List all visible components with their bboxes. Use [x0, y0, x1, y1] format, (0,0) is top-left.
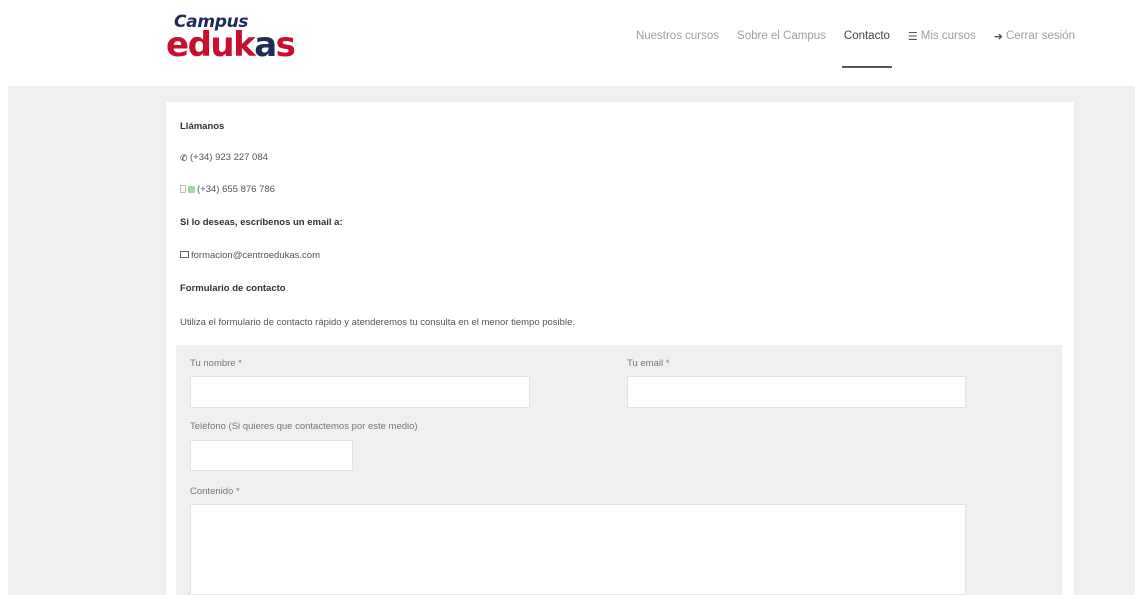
site-header: Campus edukas Nuestros cursos Sobre el C… [0, 0, 1135, 76]
form-intro: Utiliza el formulario de contacto rápido… [180, 317, 575, 328]
mobile-line: (+34) 655 876 786 [180, 184, 275, 195]
nav-sobre-el-campus[interactable]: Sobre el Campus [737, 30, 826, 42]
nav-item-label: Contacto [843, 30, 890, 42]
nav-cerrar-sesion[interactable]: ➜ Cerrar sesión [994, 30, 1075, 43]
email-label: Tu email * [627, 358, 670, 369]
mobile-number[interactable]: (+34) 655 876 786 [197, 184, 275, 195]
nav-item-label: Sobre el Campus [737, 30, 826, 42]
logo-edukas-text: edukas [166, 25, 296, 65]
phone-number[interactable]: (+34) 923 227 084 [190, 152, 268, 163]
mobile-phone-icon [180, 185, 186, 193]
phone-icon: ✆ [180, 153, 188, 163]
sign-out-icon: ➜ [993, 30, 1003, 43]
content-textarea[interactable] [190, 504, 966, 595]
nav-item-label: Mis cursos [920, 30, 976, 42]
nav-contacto[interactable]: Contacto [841, 30, 892, 68]
email-heading: Si lo deseas, escríbenos un email a: [180, 217, 343, 228]
nav-nuestros-cursos[interactable]: Nuestros cursos [636, 30, 719, 42]
name-label: Tu nombre * [190, 358, 242, 369]
phone-line: ✆ (+34) 923 227 084 [180, 152, 268, 163]
whatsapp-icon [188, 186, 195, 193]
content-label: Contenido * [190, 486, 240, 497]
phone-label: Teléfono (Si quieres que contactemos por… [190, 421, 418, 432]
graduation-cap-icon: ☰ [907, 30, 918, 43]
email-line: formacion@centroedukas.com [180, 250, 320, 261]
call-heading: Llámanos [180, 121, 225, 132]
phone-input[interactable] [190, 440, 353, 471]
nav-item-label: Nuestros cursos [635, 30, 720, 42]
name-input[interactable] [190, 376, 530, 408]
email-link[interactable]: formacion@centroedukas.com [191, 250, 320, 261]
envelope-icon [180, 251, 189, 258]
nav-item-label: Cerrar sesión [1005, 30, 1075, 42]
email-input[interactable] [627, 376, 966, 408]
nav-mis-cursos[interactable]: ☰ Mis cursos [908, 30, 976, 43]
form-heading: Formulario de contacto [180, 283, 286, 294]
campus-edukas-logo[interactable]: Campus edukas [166, 12, 316, 68]
active-tab-indicator [841, 66, 892, 68]
main-nav: Nuestros cursos Sobre el Campus Contacto… [618, 28, 1075, 68]
